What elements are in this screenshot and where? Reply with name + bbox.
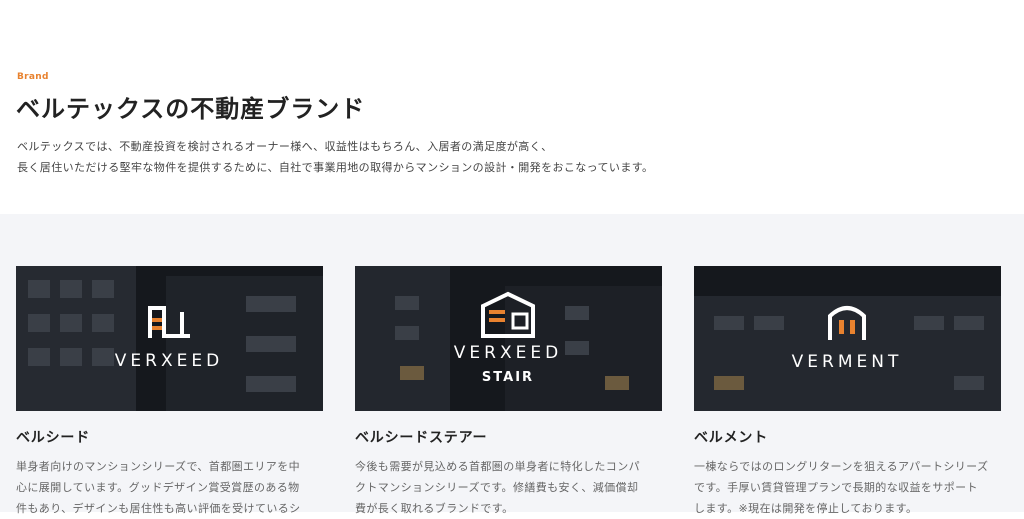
brand-description-line: です。手厚い賃貸管理プランで長期的な収益をサポート <box>694 481 978 494</box>
brand-logo-text: VERMENT <box>792 352 903 372</box>
brand-description-line: 件もあり、デザインも居住性も高い評価を受けているシ <box>16 502 301 515</box>
verxeed-mark-icon <box>148 306 190 338</box>
brand-description-line: 一棟ならではのロングリターンを狙えるアパートシリーズ <box>694 460 989 473</box>
brand-image: VERXEED STAIR <box>355 266 662 411</box>
description-line: ベルテックスでは、不動産投資を検討されるオーナー様へ、収益性はもちろん、入居者の… <box>17 140 553 153</box>
brand-description-line: 心に展開しています。グッドデザイン賞受賞歴のある物 <box>16 481 300 494</box>
page-title: ベルテックスの不動産ブランド <box>16 95 366 123</box>
section-eyebrow: Brand <box>17 72 49 82</box>
brand-description: 今後も需要が見込める首都圏の単身者に特化したコンパ クトマンションシリーズです。… <box>355 456 655 519</box>
brand-name: ベルシード <box>16 430 90 446</box>
verxeed-logo: VERXEED <box>115 306 223 371</box>
brand-description: 一棟ならではのロングリターンを狙えるアパートシリーズ です。手厚い賃貸管理プラン… <box>694 456 994 519</box>
verxeed-stair-mark-icon <box>481 291 535 338</box>
verxeed-stair-logo: VERXEED STAIR <box>454 291 562 385</box>
brand-description-line: 今後も需要が見込める首都圏の単身者に特化したコンパ <box>355 460 640 473</box>
brand-description: 単身者向けのマンションシリーズで、首都圏エリアを中 心に展開しています。グッドデ… <box>16 456 316 519</box>
brand-description-line: 費が長く取れるブランドです。 <box>355 502 514 515</box>
verment-logo: VERMENT <box>792 306 903 372</box>
brand-name: ベルシードステアー <box>355 430 488 446</box>
brand-logo-text: VERXEED <box>115 351 223 371</box>
verment-mark-icon <box>828 306 866 340</box>
brand-image: VERXEED <box>16 266 323 411</box>
brand-intro-section: Brand ベルテックスの不動産ブランド ベルテックスでは、不動産投資を検討され… <box>0 0 1024 214</box>
brand-description-line: 単身者向けのマンションシリーズで、首都圏エリアを中 <box>16 460 301 473</box>
brand-image: VERMENT <box>694 266 1001 411</box>
brand-description-line: クトマンションシリーズです。修繕費も安く、減価償却 <box>355 481 639 494</box>
brand-card-verxeed[interactable]: VERXEED ベルシード 単身者向けのマンションシリーズで、首都圏エリアを中 … <box>16 266 323 515</box>
brand-logo-text: VERXEED <box>454 343 562 363</box>
brand-description-line: します。※現在は開発を停止しております。 <box>694 502 918 515</box>
brand-card-verxeed-stair[interactable]: VERXEED STAIR ベルシードステアー 今後も需要が見込める首都圏の単身… <box>355 266 662 515</box>
brand-card-verment[interactable]: VERMENT ベルメント 一棟ならではのロングリターンを狙えるアパートシリーズ… <box>694 266 1001 515</box>
brand-logo-subtext: STAIR <box>482 370 534 385</box>
brand-name: ベルメント <box>694 430 768 446</box>
description-line: 長く居住いただける堅牢な物件を提供するために、自社で事業用地の取得からマンション… <box>17 161 654 174</box>
section-description: ベルテックスでは、不動産投資を検討されるオーナー様へ、収益性はもちろん、入居者の… <box>17 136 653 178</box>
